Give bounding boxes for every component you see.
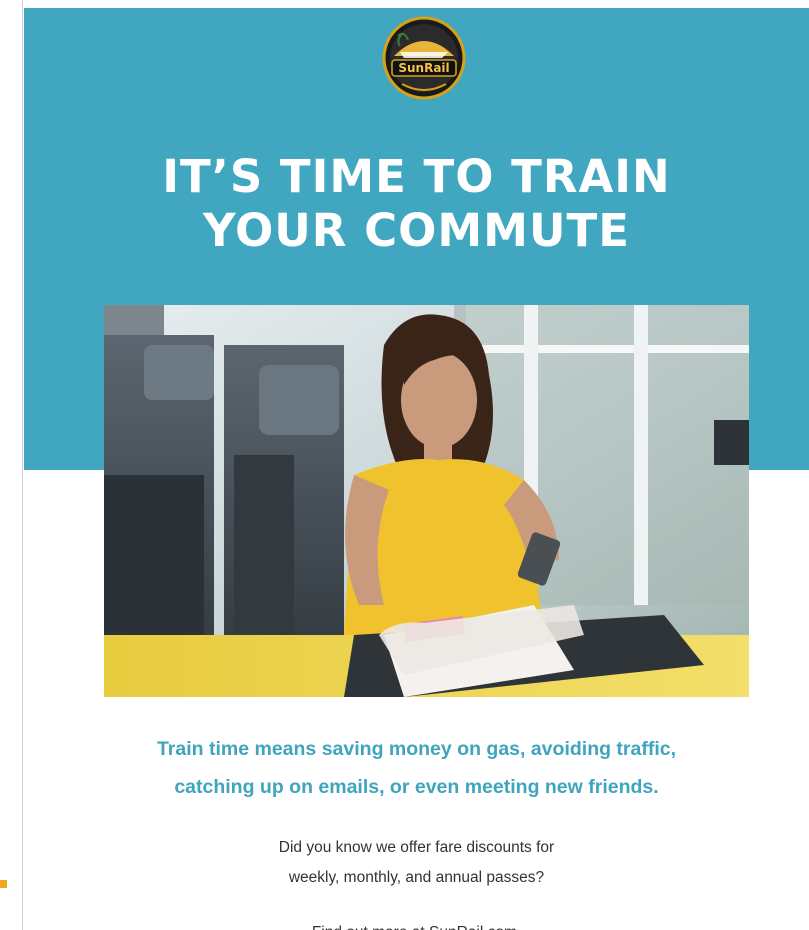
commuter-photo bbox=[104, 305, 749, 697]
headline-line-2: YOUR COMMUTE bbox=[203, 204, 630, 257]
fare-discount-text: Did you know we offer fare discounts for… bbox=[24, 833, 809, 893]
body-line-1: Did you know we offer fare discounts for bbox=[278, 839, 555, 856]
logo-wordmark: SunRail bbox=[398, 61, 449, 75]
email-page: SunRail IT’S TIME TO TRAIN YOUR COMMUTE bbox=[24, 8, 809, 930]
sunrail-logo-icon[interactable]: SunRail bbox=[382, 16, 466, 106]
tagline-line-2: catching up on emails, or even meeting n… bbox=[174, 776, 659, 798]
body-line-2: weekly, monthly, and annual passes? bbox=[288, 869, 545, 886]
orange-marker bbox=[0, 880, 7, 888]
sunrail-website-link[interactable]: Find out more at SunRail.com. bbox=[24, 918, 809, 930]
page-headline: IT’S TIME TO TRAIN YOUR COMMUTE bbox=[24, 150, 809, 258]
headline-line-1: IT’S TIME TO TRAIN bbox=[162, 150, 671, 203]
page-left-border bbox=[22, 0, 23, 930]
tagline: Train time means saving money on gas, av… bbox=[24, 730, 809, 806]
tagline-line-1: Train time means saving money on gas, av… bbox=[156, 738, 677, 760]
